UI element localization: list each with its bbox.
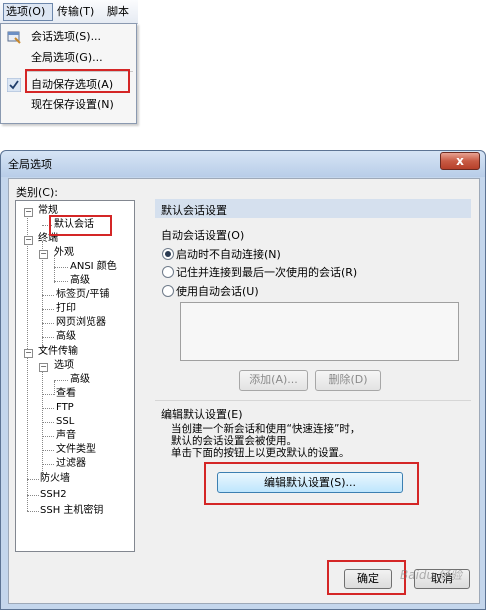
menu-item-label: 会话选项(S)... [31,30,102,43]
tree-line [42,394,54,395]
menu-transfer[interactable]: 传输(T) [57,4,94,20]
radio-label: 记住并连接到最后一次使用的会话(R) [176,266,358,279]
collapse-toggle[interactable]: − [24,236,33,245]
watermark: Baidu 经验 [400,568,462,582]
tree-item-ssl[interactable]: SSL [56,415,74,429]
close-button[interactable]: x [440,152,480,170]
options-dropdown-menu: 会话选项(S)... 全局选项(G)... 自动保存选项(A) 现在保存设置(N… [0,23,137,124]
tree-line [27,213,28,511]
tree-item-web-browser[interactable]: 网页浏览器 [56,316,106,330]
tree-item-ansi-color[interactable]: ANSI 颜色 [70,260,117,274]
tree-item-options[interactable]: 选项 [54,359,74,373]
tree-item-advanced[interactable]: 高级 [70,373,90,387]
highlight-box [25,69,130,93]
tree-line [27,495,39,496]
menu-script[interactable]: 脚本(S [107,4,138,34]
auto-session-list[interactable] [180,302,459,361]
edit-default-group-label: 编辑默认设置(E) [161,408,243,421]
menu-item-global-options[interactable]: 全局选项(G)... [1,48,136,68]
tree-line [42,337,54,338]
tree-item-file-transfer[interactable]: 文件传输 [38,345,78,359]
tree-line [42,367,43,479]
tree-line [54,267,68,268]
title-bar [1,151,485,177]
description-line: 单击下面的按钮上以更改默认的设置。 [171,447,350,459]
tree-line [42,422,54,423]
radio-label: 启动时不自动连接(N) [176,248,281,261]
tree-line [42,408,54,409]
tree-line [42,323,54,324]
menu-options[interactable]: 选项(O) [3,3,53,21]
auto-session-group-label: 自动会话设置(O) [161,229,245,242]
tree-item-filters[interactable]: 过滤器 [56,457,86,471]
tree-item-advanced[interactable]: 高级 [56,330,76,344]
category-tree[interactable]: − 常规 默认会话 − 终端 − 外观 ANSI 颜色 高级 标签页/平铺 打印… [15,200,135,552]
radio-use-auto-session[interactable] [162,285,174,297]
tree-item-ftp[interactable]: FTP [56,401,74,415]
category-label: 类别(C): [16,186,58,199]
menu-item-label: 全局选项(G)... [31,51,103,64]
session-options-icon [7,30,21,44]
tree-item-print[interactable]: 打印 [56,302,76,316]
tree-item-firewall[interactable]: 防火墙 [40,472,70,486]
collapse-toggle[interactable]: − [24,349,33,358]
tree-line [42,295,54,296]
tree-line [54,281,68,282]
menu-bar: 选项(O) 传输(T) 脚本(S [0,0,138,34]
tree-line [27,479,39,480]
highlight-box [204,462,419,505]
tree-item-ssh-host-keys[interactable]: SSH 主机密钥 [40,504,103,518]
collapse-toggle[interactable]: − [24,208,33,217]
tree-line [27,511,39,512]
tree-line [42,450,54,451]
tree-item-view[interactable]: 查看 [56,387,76,401]
tree-line [42,464,54,465]
highlight-box [327,560,406,595]
tree-item-file-types[interactable]: 文件类型 [56,443,96,457]
dialog-title: 全局选项 [8,158,52,171]
menu-item-label: 现在保存设置(N) [31,98,114,111]
panel-title: 默认会话设置 [161,204,227,217]
menu-item-save-now[interactable]: 现在保存设置(N) [1,95,136,115]
tree-line [42,436,54,437]
radio-connect-last-session[interactable] [162,266,174,278]
tree-line [42,309,54,310]
collapse-toggle[interactable]: − [39,250,48,259]
tree-line [54,381,55,395]
tree-line [54,380,68,381]
radio-label: 使用自动会话(U) [176,285,259,298]
add-button[interactable]: 添加(A)... [239,370,308,391]
tree-item-tabs[interactable]: 标签页/平铺 [56,288,109,302]
highlight-box [49,215,112,236]
tree-item-sound[interactable]: 声音 [56,429,76,443]
group-divider [155,400,471,401]
collapse-toggle[interactable]: − [39,363,48,372]
radio-no-auto-connect[interactable] [162,248,174,260]
tree-item-appearance[interactable]: 外观 [54,246,74,260]
delete-button[interactable]: 删除(D) [315,370,381,391]
tree-item-advanced[interactable]: 高级 [70,274,90,288]
tree-item-ssh2[interactable]: SSH2 [40,488,67,502]
menu-item-session-options[interactable]: 会话选项(S)... [1,27,136,47]
checkmark-icon [6,77,22,93]
